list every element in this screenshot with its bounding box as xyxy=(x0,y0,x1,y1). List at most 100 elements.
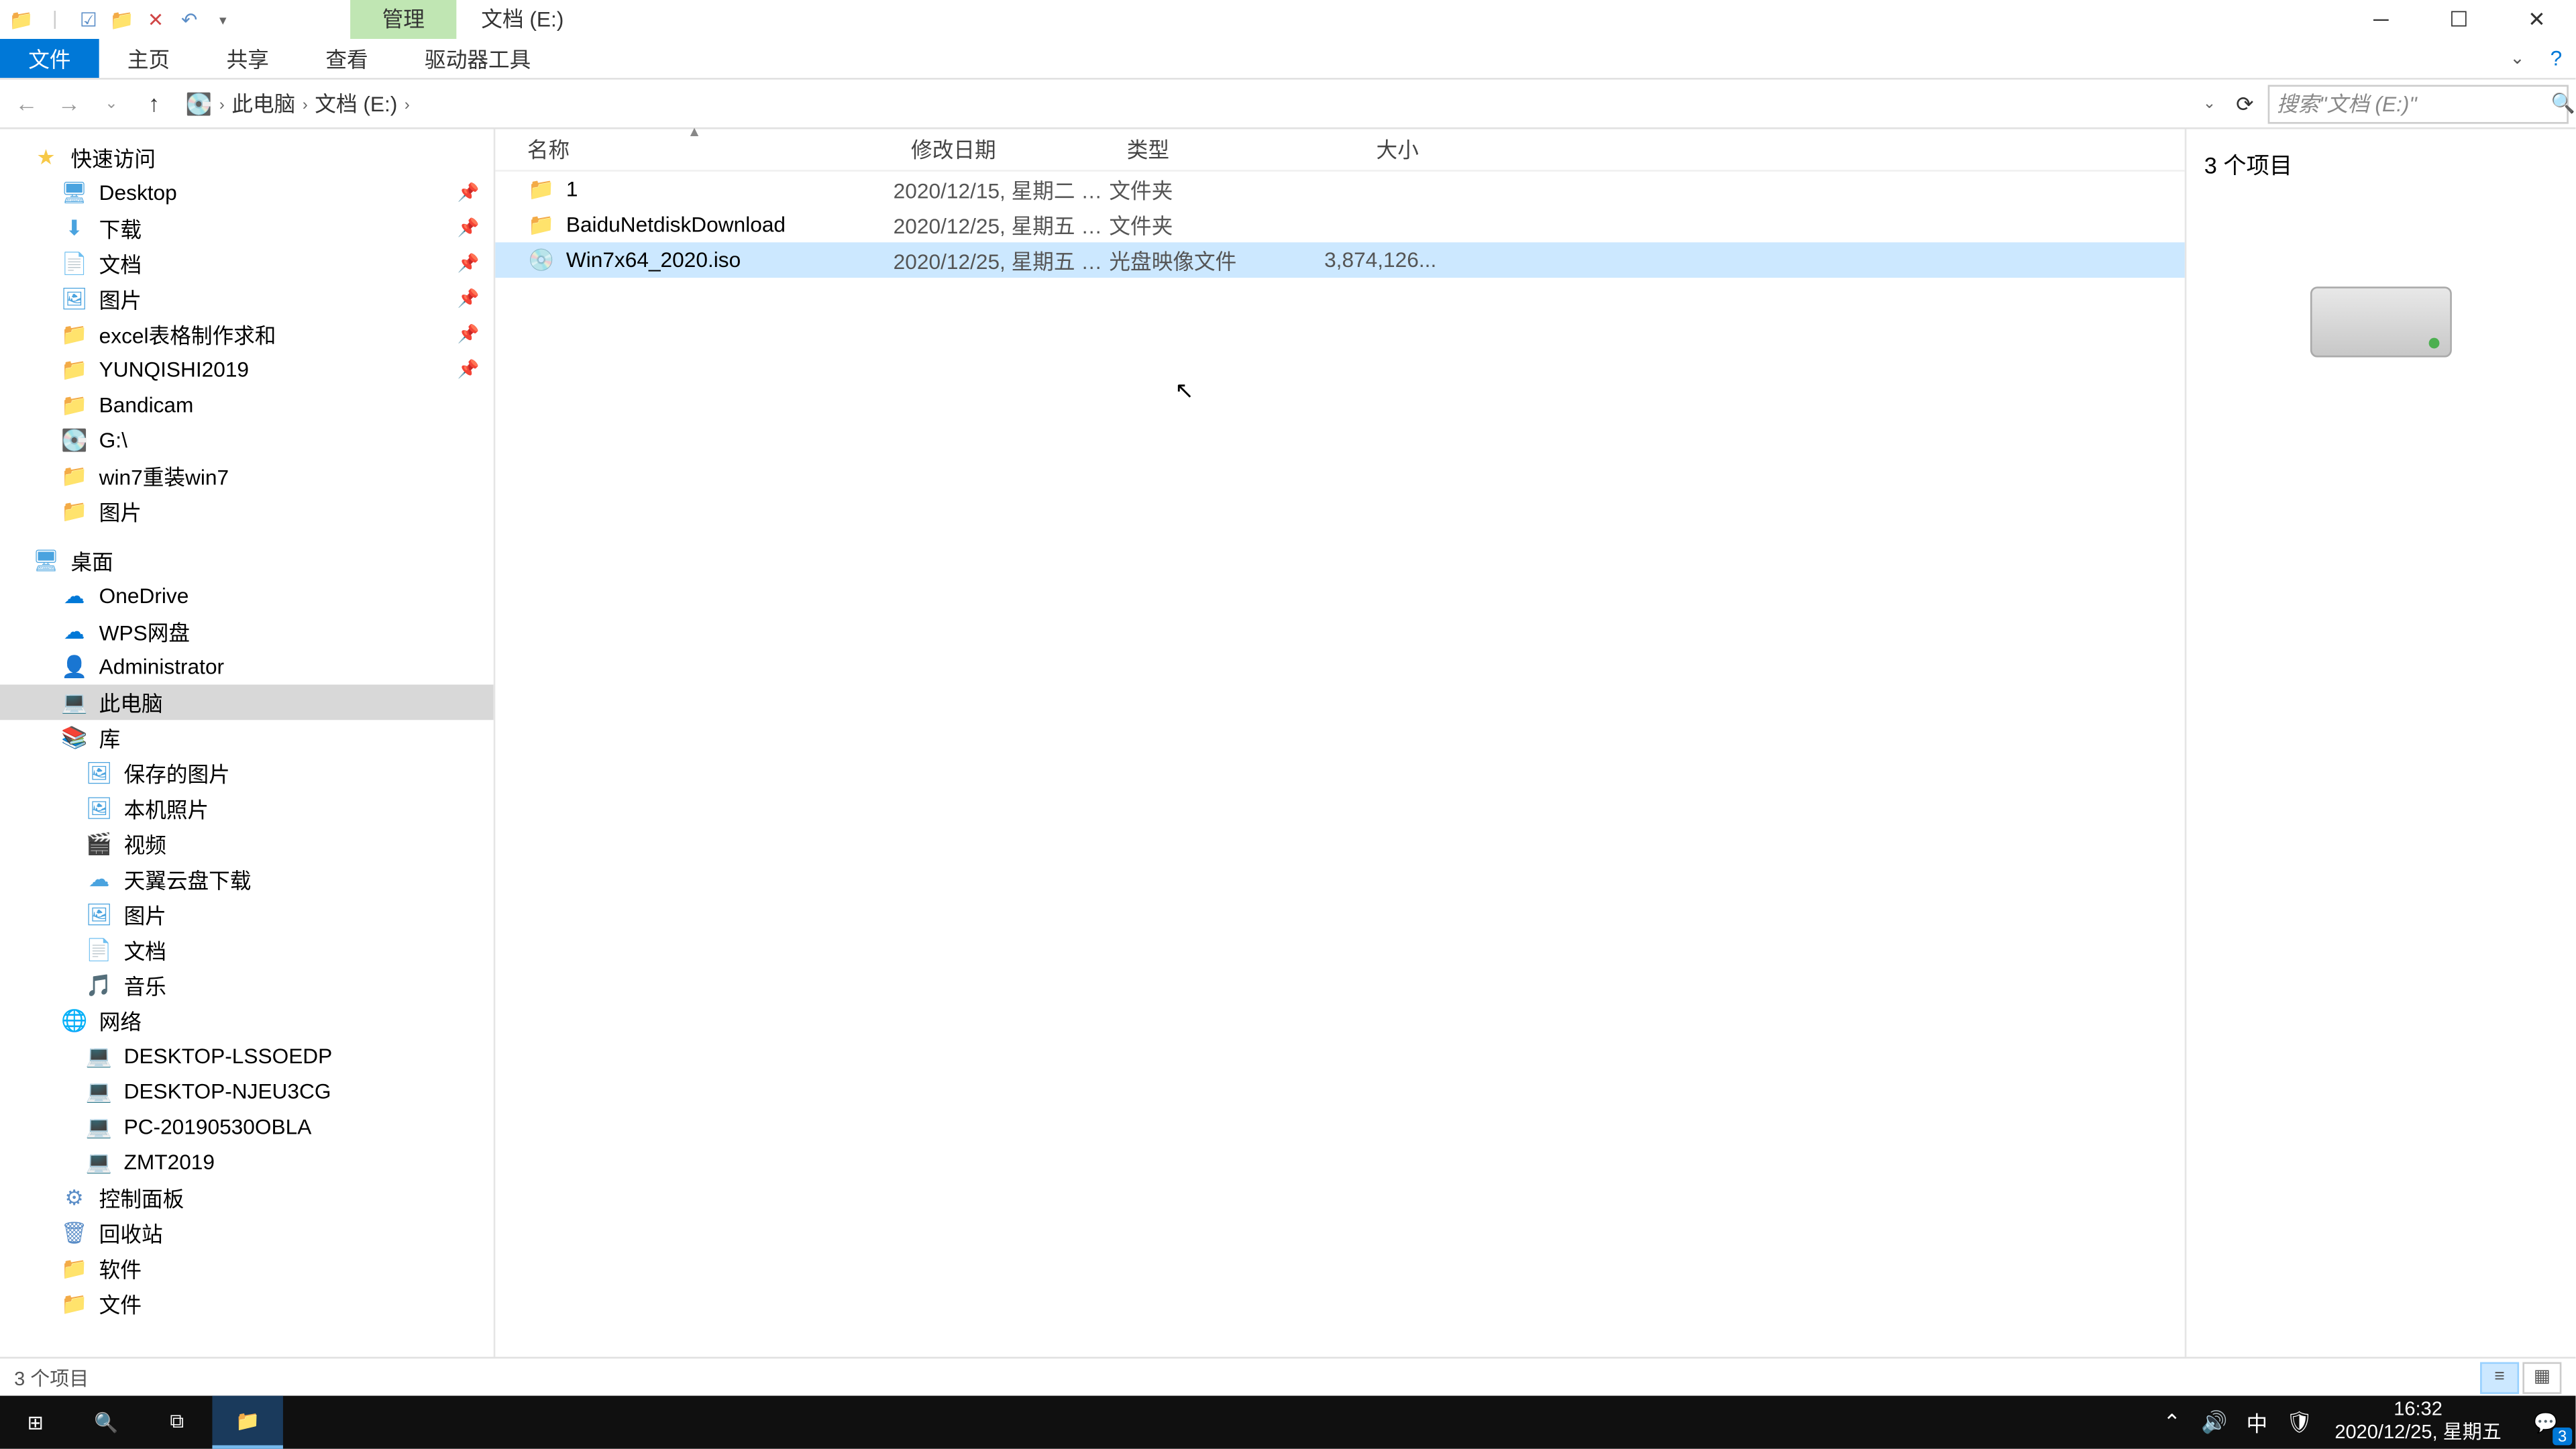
back-button[interactable]: ← xyxy=(7,84,46,123)
file-list: 名称▲ 修改日期 类型 大小 📁12020/12/15, 星期二 1...文件夹… xyxy=(495,129,2186,1357)
share-tab[interactable]: 共享 xyxy=(198,39,297,78)
explorer-taskbar-button[interactable]: 📁 xyxy=(212,1396,282,1449)
task-view-button[interactable]: ⧉ xyxy=(142,1396,212,1449)
nav-videos[interactable]: 🎬视频 xyxy=(0,826,494,861)
minimize-button[interactable]: ─ xyxy=(2342,0,2420,39)
nav-camera-roll[interactable]: 🖼本机照片 xyxy=(0,791,494,826)
start-button[interactable]: ⊞ xyxy=(0,1396,70,1449)
help-icon[interactable]: ? xyxy=(2536,39,2575,78)
search-icon[interactable]: 🔍 xyxy=(2551,92,2575,115)
column-name[interactable]: 名称▲ xyxy=(495,134,893,164)
breadcrumb-drive[interactable]: 文档 (E:) xyxy=(315,89,397,119)
chevron-right-icon[interactable]: › xyxy=(303,95,308,112)
file-name: BaiduNetdiskDownload xyxy=(566,212,894,237)
nav-pictures2[interactable]: 📁图片 xyxy=(0,494,494,529)
clock[interactable]: 16:32 2020/12/25, 星期五 xyxy=(2320,1399,2516,1446)
recycle-icon: 🗑 xyxy=(60,1219,89,1247)
file-name: 1 xyxy=(566,177,894,202)
pin-icon: 📌 xyxy=(458,219,480,238)
nav-pc1[interactable]: 💻DESKTOP-LSSOEDP xyxy=(0,1038,494,1074)
nav-label: 库 xyxy=(99,722,121,753)
nav-pc3[interactable]: 💻PC-20190530OBLA xyxy=(0,1109,494,1144)
nav-win7[interactable]: 📁win7重装win7 xyxy=(0,458,494,494)
column-type[interactable]: 类型 xyxy=(1109,134,1286,164)
file-row[interactable]: 💿Win7x64_2020.iso2020/12/25, 星期五 1...光盘映… xyxy=(495,242,2184,278)
address-dropdown-icon[interactable]: ⌄ xyxy=(2197,94,2222,113)
nav-tianyi[interactable]: ☁天翼云盘下载 xyxy=(0,861,494,897)
nav-admin[interactable]: 👤Administrator xyxy=(0,649,494,685)
pin-icon: 📌 xyxy=(458,254,480,273)
file-type: 光盘映像文件 xyxy=(1109,245,1286,275)
refresh-button[interactable]: ⟳ xyxy=(2225,91,2264,116)
delete-icon[interactable]: ✕ xyxy=(142,5,170,34)
qat-dropdown-icon[interactable]: ▾ xyxy=(209,5,237,34)
windows-icon: ⊞ xyxy=(28,1411,44,1434)
nav-pc4[interactable]: 💻ZMT2019 xyxy=(0,1144,494,1180)
close-button[interactable]: ✕ xyxy=(2498,0,2575,39)
security-icon[interactable]: 🛡 xyxy=(2286,1408,2314,1436)
manage-tab[interactable]: 管理 xyxy=(350,0,456,39)
column-size[interactable]: 大小 xyxy=(1286,134,1436,164)
ime-icon[interactable]: 中 xyxy=(2243,1408,2271,1436)
file-tab[interactable]: 文件 xyxy=(0,39,99,78)
nav-files[interactable]: 📁文件 xyxy=(0,1286,494,1322)
nav-recycle[interactable]: 🗑 回收站 xyxy=(0,1216,494,1251)
column-date[interactable]: 修改日期 xyxy=(894,134,1110,164)
nav-control-panel[interactable]: ⚙控制面板 xyxy=(0,1180,494,1216)
drive-tools-tab[interactable]: 驱动器工具 xyxy=(396,39,559,78)
nav-network[interactable]: 🌐网络 xyxy=(0,1003,494,1038)
expand-ribbon-icon[interactable]: ⌄ xyxy=(2498,39,2536,78)
app-icon[interactable]: 📁 xyxy=(7,5,36,34)
nav-documents[interactable]: 📄文档📌 xyxy=(0,246,494,282)
view-tab[interactable]: 查看 xyxy=(297,39,396,78)
icons-view-button[interactable]: ▦ xyxy=(2522,1361,2561,1393)
nav-software[interactable]: 📁软件 xyxy=(0,1250,494,1286)
pc-icon: 💻 xyxy=(60,688,89,716)
address-path[interactable]: 💽 › 此电脑 › 文档 (E:) › xyxy=(177,84,2194,123)
new-folder-icon[interactable]: 📁 xyxy=(108,5,136,34)
pin-icon: 📌 xyxy=(458,183,480,203)
home-tab[interactable]: 主页 xyxy=(99,39,199,78)
nav-label: 回收站 xyxy=(99,1218,163,1248)
folder-icon: 📁 xyxy=(60,497,89,525)
file-row[interactable]: 📁BaiduNetdiskDownload2020/12/25, 星期五 1..… xyxy=(495,207,2184,243)
up-button[interactable]: ↑ xyxy=(134,84,173,123)
nav-onedrive[interactable]: ☁OneDrive xyxy=(0,578,494,614)
file-row[interactable]: 📁12020/12/15, 星期二 1...文件夹 xyxy=(495,172,2184,207)
nav-downloads[interactable]: ⬇下载📌 xyxy=(0,211,494,246)
volume-icon[interactable]: 🔊 xyxy=(2200,1408,2229,1436)
search-button[interactable]: 🔍 xyxy=(70,1396,141,1449)
tray-chevron-icon[interactable]: ⌃ xyxy=(2158,1408,2186,1436)
nav-pc2[interactable]: 💻DESKTOP-NJEU3CG xyxy=(0,1074,494,1110)
forward-button[interactable]: → xyxy=(50,84,89,123)
address-bar: ← → ⌄ ↑ 💽 › 此电脑 › 文档 (E:) › ⌄ ⟳ 🔍 xyxy=(0,80,2575,129)
nav-library[interactable]: 📚库 xyxy=(0,720,494,755)
chevron-right-icon[interactable]: › xyxy=(219,95,225,112)
properties-icon[interactable]: ☑ xyxy=(74,5,103,34)
nav-bandicam[interactable]: 📁Bandicam xyxy=(0,388,494,423)
breadcrumb-thispc[interactable]: 此电脑 xyxy=(231,89,295,119)
nav-desktop-zh[interactable]: 🖥桌面 xyxy=(0,543,494,579)
nav-wps[interactable]: ☁WPS网盘 xyxy=(0,614,494,649)
search-input[interactable] xyxy=(2277,91,2551,116)
maximize-button[interactable]: ☐ xyxy=(2420,0,2498,39)
nav-gdrive[interactable]: 💽G:\ xyxy=(0,423,494,458)
action-center-button[interactable]: 💬 3 xyxy=(2516,1396,2576,1449)
undo-icon[interactable]: ↶ xyxy=(175,5,203,34)
nav-pictures3[interactable]: 🖼图片 xyxy=(0,897,494,932)
nav-desktop[interactable]: 🖥Desktop📌 xyxy=(0,175,494,211)
search-box[interactable]: 🔍 xyxy=(2268,84,2569,123)
nav-thispc[interactable]: 💻此电脑 xyxy=(0,685,494,720)
nav-yunqishi[interactable]: 📁YUNQISHI2019📌 xyxy=(0,352,494,388)
nav-music[interactable]: 🎵音乐 xyxy=(0,967,494,1003)
music-icon: 🎵 xyxy=(85,971,113,1000)
nav-documents2[interactable]: 📄文档 xyxy=(0,932,494,968)
nav-quick-access[interactable]: ★快速访问 xyxy=(0,140,494,175)
details-view-button[interactable]: ≡ xyxy=(2480,1361,2519,1393)
status-text: 3 个项目 xyxy=(14,1363,89,1391)
nav-excel[interactable]: 📁excel表格制作求和📌 xyxy=(0,317,494,352)
recent-dropdown-icon[interactable]: ⌄ xyxy=(92,84,131,123)
nav-pictures[interactable]: 🖼图片📌 xyxy=(0,281,494,317)
chevron-right-icon[interactable]: › xyxy=(405,95,410,112)
nav-saved-pics[interactable]: 🖼保存的图片 xyxy=(0,755,494,791)
